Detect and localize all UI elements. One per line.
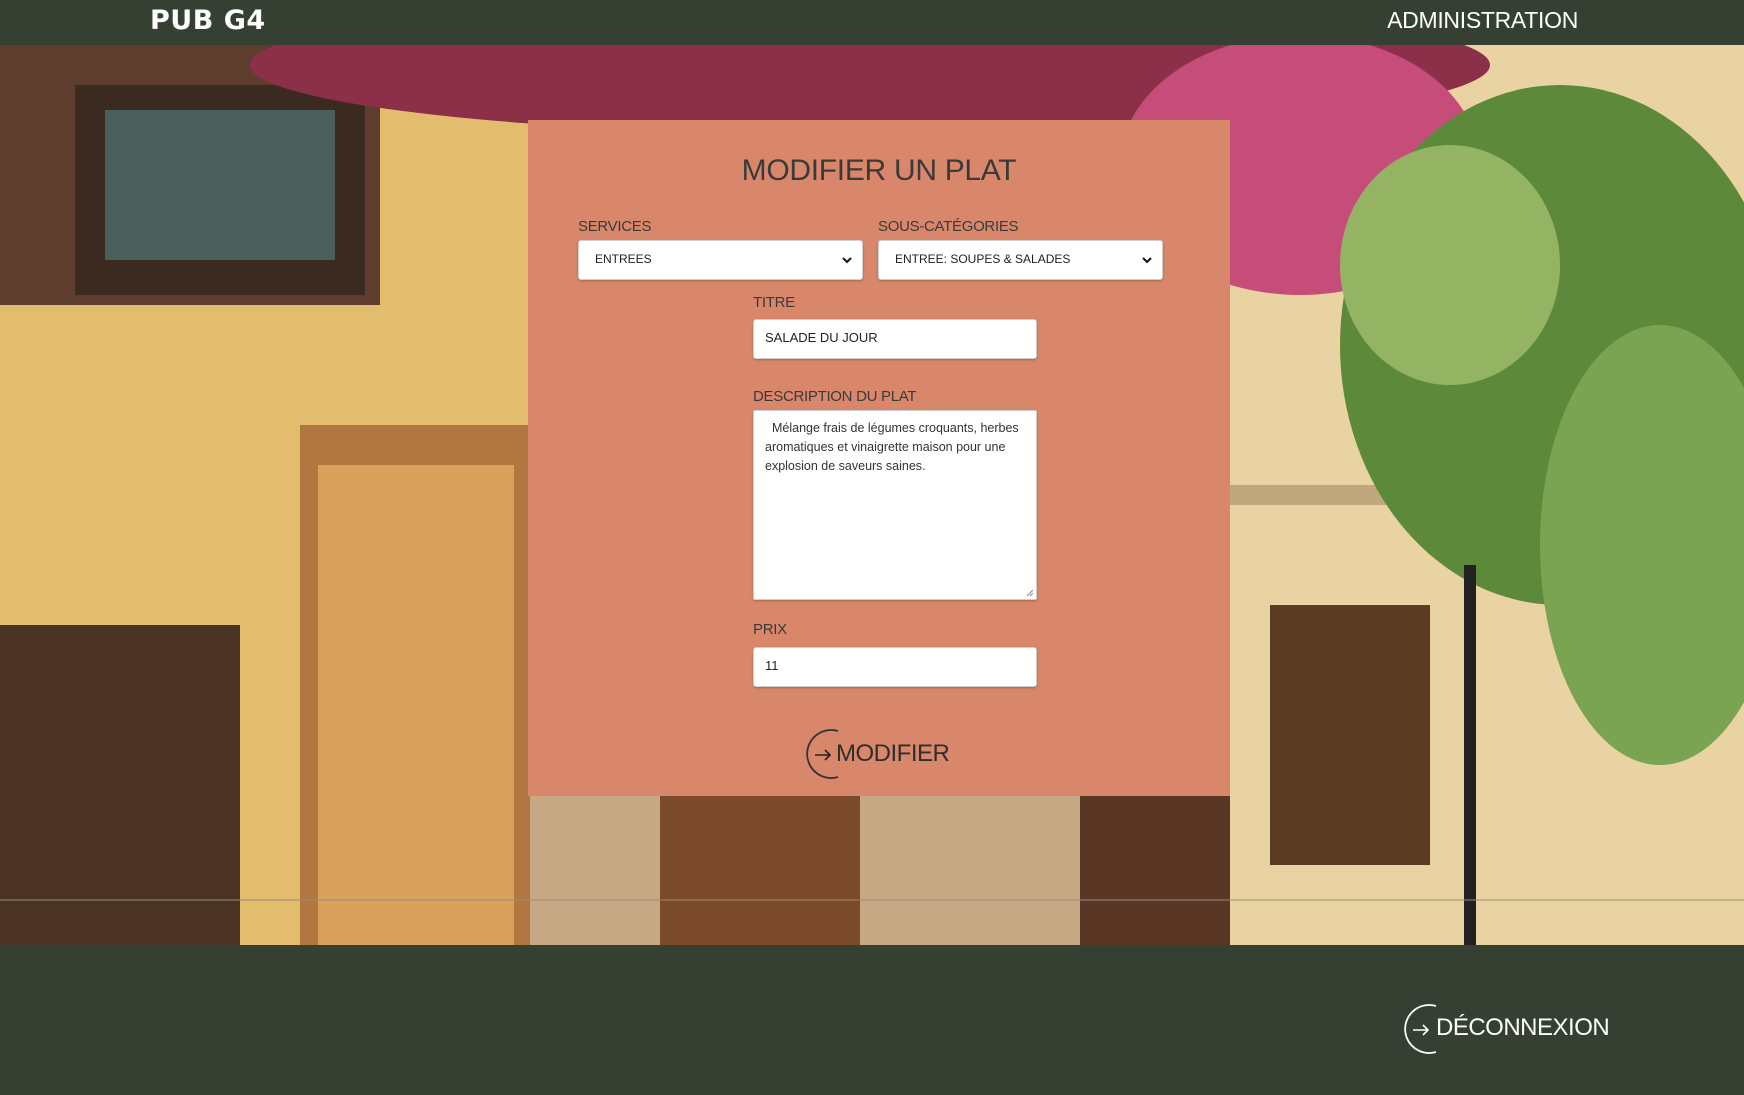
subcategories-select[interactable]: ENTREE: SOUPES & SALADES (878, 240, 1163, 280)
administration-link[interactable]: ADMINISTRATION (1387, 7, 1578, 34)
description-text: Mélange frais de légumes croquants, herb… (765, 421, 1019, 473)
titre-label: TITRE (753, 294, 795, 311)
services-label: SERVICES (578, 218, 652, 235)
brand-logo[interactable]: PUB G4 (150, 5, 266, 36)
modifier-button-label: MODIFIER (836, 740, 950, 767)
services-selected-value: ENTREES (595, 252, 652, 266)
chevron-down-icon (1142, 257, 1152, 264)
logout-button-label: DÉCONNEXION (1436, 1014, 1610, 1041)
top-navbar: PUB G4 ADMINISTRATION (0, 0, 1744, 45)
subcategories-selected-value: ENTREE: SOUPES & SALADES (895, 252, 1071, 266)
description-textarea[interactable]: Mélange frais de légumes croquants, herb… (753, 410, 1037, 600)
prix-label: PRIX (753, 621, 787, 638)
edit-dish-form-card: MODIFIER UN PLAT SERVICES ENTREES SOUS-C… (528, 120, 1230, 796)
logout-button[interactable]: DÉCONNEXION (1396, 1003, 1616, 1057)
chevron-down-icon (842, 257, 852, 264)
titre-input[interactable]: SALADE DU JOUR (753, 319, 1037, 359)
services-select[interactable]: ENTREES (578, 240, 863, 280)
footer-bar: DÉCONNEXION (0, 945, 1744, 1095)
form-title: MODIFIER UN PLAT (741, 154, 1017, 187)
arrow-right-icon (815, 749, 832, 761)
modifier-button[interactable]: MODIFIER (798, 728, 950, 782)
description-label: DESCRIPTION DU PLAT (753, 388, 917, 405)
arrow-right-icon (1413, 1024, 1430, 1036)
prix-input[interactable]: 11 (753, 647, 1037, 687)
subcategories-label: SOUS-CATÉGORIES (878, 218, 1019, 235)
resize-handle-icon[interactable] (1026, 589, 1034, 597)
